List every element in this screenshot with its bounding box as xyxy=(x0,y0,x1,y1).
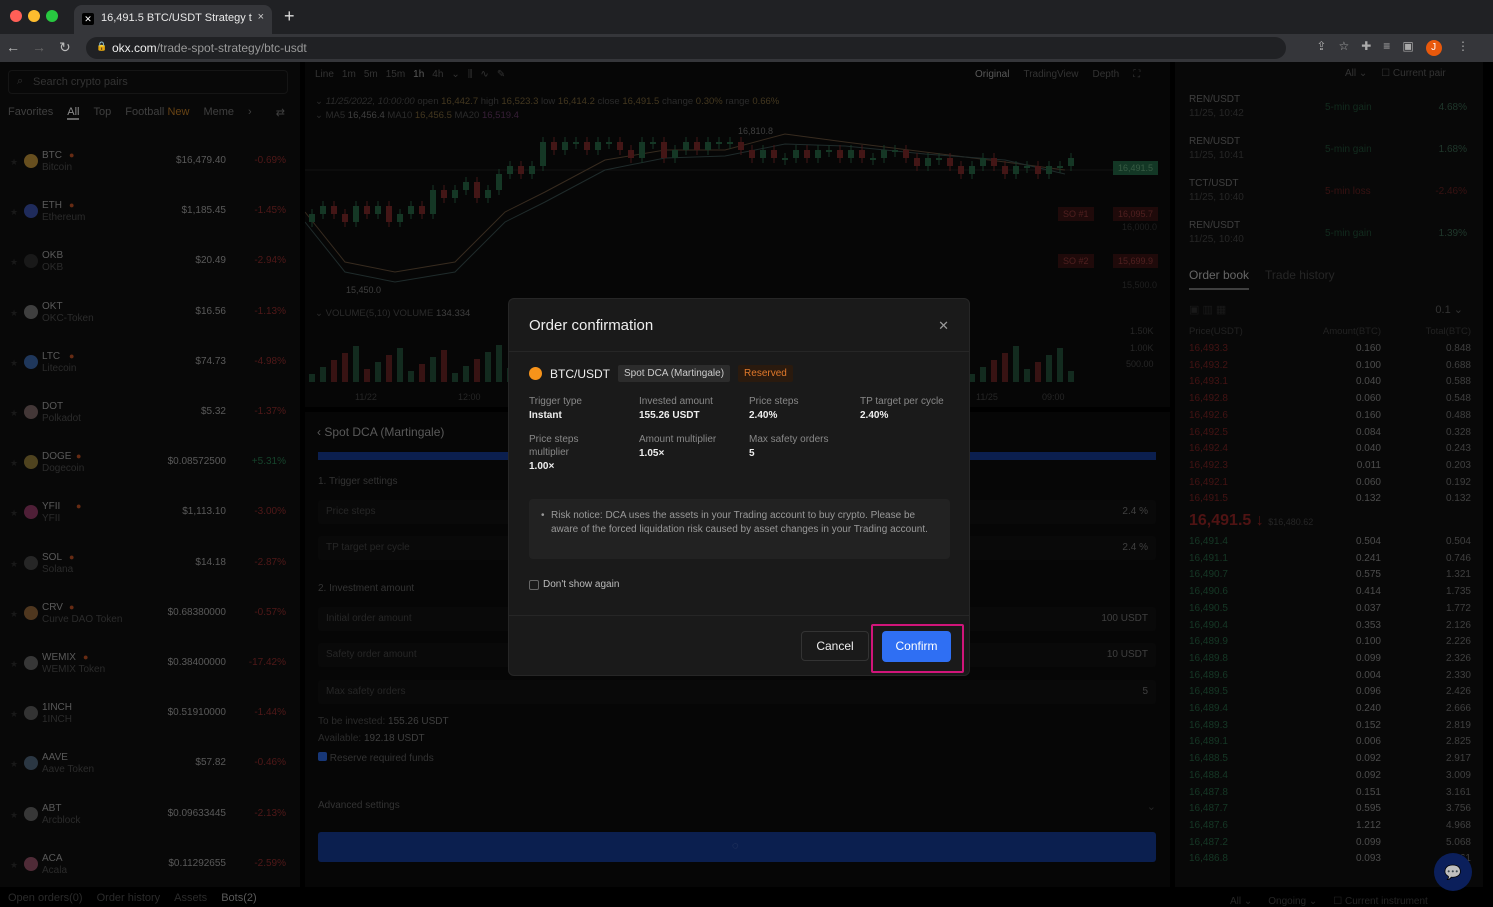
field-price-steps: Price steps 2.40% xyxy=(749,395,859,421)
pair-name: BTC/USDT xyxy=(550,366,610,381)
field-invested-amount: Invested amount 155.26 USDT xyxy=(639,395,749,421)
minimize-window-button[interactable] xyxy=(28,10,40,22)
checkbox-icon xyxy=(529,579,539,590)
field-label: Trigger type xyxy=(529,396,582,407)
extensions-icon[interactable]: ✚ xyxy=(1361,39,1383,53)
field-price-steps-multiplier: Price steps multiplier 1.00× xyxy=(529,433,599,472)
divider xyxy=(509,351,969,352)
address-bar[interactable]: 🔒 okx.com/trade-spot-strategy/btc-usdt xyxy=(86,37,1286,59)
field-label: Price steps xyxy=(749,396,799,407)
dont-show-again-label: Don't show again xyxy=(543,579,620,590)
field-tp-target: TP target per cycle 2.40% xyxy=(860,395,970,421)
browser-chrome: ✕ 16,491.5 BTC/USDT Strategy t × + ← → ↻ 🔒… xyxy=(0,0,1493,62)
field-value: 5 xyxy=(749,448,755,459)
divider xyxy=(509,615,969,616)
dont-show-again-checkbox[interactable]: Don't show again xyxy=(529,579,619,590)
bookmark-star-icon[interactable]: ☆ xyxy=(1338,39,1361,53)
sidebar-icon[interactable]: ▣ xyxy=(1402,39,1425,53)
cancel-button[interactable]: Cancel xyxy=(801,631,869,661)
reserved-tag: Reserved xyxy=(738,365,793,382)
field-label: Price steps multiplier xyxy=(529,434,579,458)
field-label: Max safety orders xyxy=(749,434,829,445)
field-value: 2.40% xyxy=(749,410,778,421)
risk-notice: Risk notice: DCA uses the assets in your… xyxy=(529,499,950,559)
field-value: 2.40% xyxy=(860,410,889,421)
forward-icon[interactable]: → xyxy=(32,39,46,55)
field-max-safety-orders: Max safety orders 5 xyxy=(749,433,859,459)
field-value: 155.26 USDT xyxy=(639,410,700,421)
btc-coin-icon xyxy=(529,367,542,380)
pair-row: BTC/USDT Spot DCA (Martingale) Reserved xyxy=(529,365,793,382)
share-icon[interactable]: ⇪ xyxy=(1316,39,1338,53)
avatar[interactable]: J xyxy=(1425,40,1442,56)
close-tab-icon[interactable]: × xyxy=(258,11,264,23)
dialog-title: Order confirmation xyxy=(529,317,654,334)
strategy-tag: Spot DCA (Martingale) xyxy=(618,365,731,382)
field-label: Invested amount xyxy=(639,396,713,407)
field-value: Instant xyxy=(529,410,562,421)
field-amount-multiplier: Amount multiplier 1.05× xyxy=(639,433,749,459)
field-value: 1.00× xyxy=(529,461,555,472)
reload-icon[interactable]: ↻ xyxy=(59,39,71,56)
confirm-button[interactable]: Confirm xyxy=(882,631,951,662)
order-confirmation-dialog: Order confirmation ✕ BTC/USDT Spot DCA (… xyxy=(508,298,970,676)
lock-icon: 🔒 xyxy=(96,41,108,51)
browser-tab[interactable]: ✕ 16,491.5 BTC/USDT Strategy t × xyxy=(74,5,272,34)
url-path: /trade-spot-strategy/btc-usdt xyxy=(156,41,307,55)
new-tab-button[interactable]: + xyxy=(284,6,295,27)
field-label: TP target per cycle xyxy=(860,396,944,407)
url-host: okx.com xyxy=(112,41,157,55)
okx-favicon-icon: ✕ xyxy=(82,13,94,25)
back-icon[interactable]: ← xyxy=(6,39,20,55)
field-label: Amount multiplier xyxy=(639,434,717,445)
reading-list-icon[interactable]: ≡ xyxy=(1383,39,1402,53)
maximize-window-button[interactable] xyxy=(46,10,58,22)
field-value: 1.05× xyxy=(639,448,665,459)
tab-title: 16,491.5 BTC/USDT Strategy t xyxy=(101,12,252,24)
toolbar-icons: ⇪☆✚≡▣ J ⋮ xyxy=(1316,39,1481,56)
menu-icon[interactable]: ⋮ xyxy=(1457,39,1481,53)
field-trigger-type: Trigger type Instant xyxy=(529,395,639,421)
close-icon[interactable]: ✕ xyxy=(938,318,949,334)
close-window-button[interactable] xyxy=(10,10,22,22)
